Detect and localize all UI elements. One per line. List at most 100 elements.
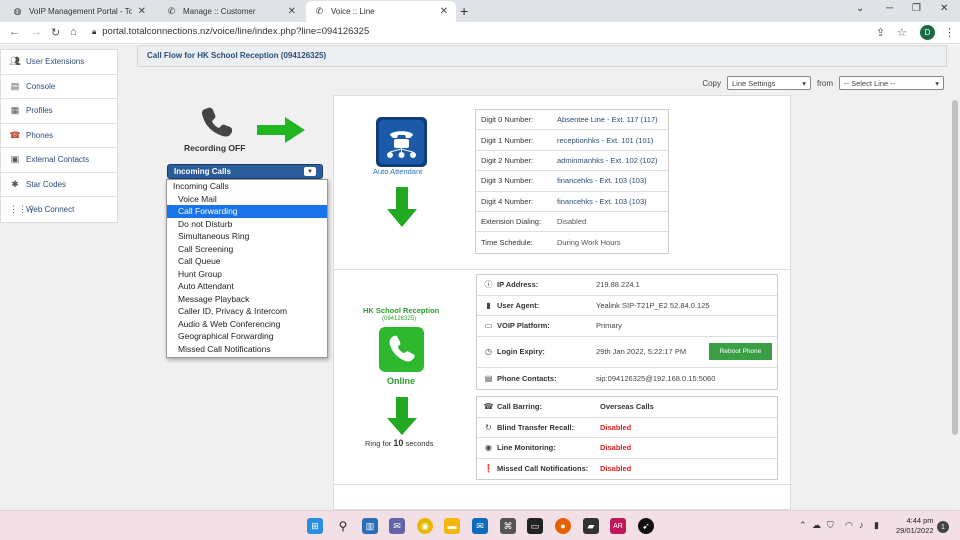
row-value: Disabled	[600, 443, 632, 453]
dropdown-option[interactable]: Call Screening	[167, 243, 327, 256]
sidebar-item-label: External Contacts	[26, 155, 90, 165]
minimize-icon[interactable]: ─	[886, 3, 893, 14]
terminal-icon[interactable]: ▭	[527, 518, 543, 534]
sidebar-item-external-contacts[interactable]: ▣ External Contacts	[1, 148, 117, 173]
dropdown-option[interactable]: Caller ID, Privacy & Intercom	[167, 305, 327, 318]
dropdown-option[interactable]: Audio & Web Conferencing	[167, 318, 327, 331]
sidebar-item-label: User Extensions	[26, 57, 85, 67]
row-label: Time Schedule:	[481, 238, 533, 248]
row-link[interactable]: receptionhks - Ext. 101 (101)	[557, 136, 653, 145]
alert-icon: ❗	[483, 464, 494, 474]
browser-tab-active[interactable]: ✆ Voice :: Line ✕	[306, 1, 456, 22]
close-window-icon[interactable]: ✕	[940, 3, 948, 14]
address-bar: ← → ↻ ⌂ 🔒︎ portal.totalconnections.nz/voi…	[0, 22, 960, 44]
copy-type-select[interactable]: Line Settings ▾	[727, 76, 811, 90]
reload-icon[interactable]: ↻	[51, 26, 60, 39]
incoming-calls-value: Incoming Calls	[174, 167, 231, 176]
device-info-table: ⓘ IP Address: 219.88.224.1 ▮ User Agent: Yea…	[476, 274, 778, 390]
notification-badge[interactable]: 1	[937, 521, 949, 533]
dropdown-option[interactable]: Voice Mail	[167, 193, 327, 206]
file-explorer-icon[interactable]: ▬	[444, 518, 460, 534]
dropdown-option[interactable]: Auto Attendant	[167, 280, 327, 293]
from-line-select[interactable]: -- Select Line -- ▾	[839, 76, 944, 90]
dropdown-option[interactable]: Message Playback	[167, 293, 327, 306]
users-icon: 👥︎	[9, 56, 21, 67]
dropdown-option[interactable]: Geographical Forwarding	[167, 330, 327, 343]
globe-icon: ◍	[13, 6, 22, 16]
clock[interactable]: 4:44 pm 29/01/2022	[896, 516, 934, 536]
battery-icon[interactable]: ▮	[874, 520, 879, 531]
wifi-icon[interactable]: ◠	[845, 520, 853, 531]
phone-icon: ☎	[9, 129, 21, 140]
dropdown-option[interactable]: Hunt Group	[167, 268, 327, 281]
cloud-icon[interactable]: ☁	[812, 520, 821, 531]
close-icon[interactable]: ✕	[288, 6, 296, 17]
dropdown-option[interactable]: Missed Call Notifications	[167, 343, 327, 356]
app-icon[interactable]: ➹	[638, 518, 654, 534]
browser-tab[interactable]: ◍ VoIP Management Portal - Total C ✕	[4, 1, 154, 22]
table-row: ▤ Phone Contacts: sip:094126325@192.168.0.…	[477, 368, 777, 389]
network-icon[interactable]: ⌘	[500, 518, 516, 534]
page-scrollbar[interactable]	[950, 45, 960, 510]
tab-search-icon[interactable]: ⌄	[856, 3, 864, 14]
search-icon[interactable]: ⚲	[335, 518, 351, 534]
row-link[interactable]: Absentee Line - Ext. 117 (117)	[557, 115, 658, 124]
share-icon[interactable]: ⇪	[876, 26, 885, 39]
sidebar-item-star-codes[interactable]: ✱ Star Codes	[1, 173, 117, 197]
table-row: ◉ Line Monitoring: Disabled	[477, 438, 777, 459]
url-field[interactable]: 🔒︎ portal.totalconnections.nz/voice/line/…	[92, 26, 369, 37]
new-tab-icon[interactable]: +	[460, 3, 468, 19]
dropdown-option[interactable]: Incoming Calls	[167, 180, 327, 193]
shield-icon[interactable]: ⛉	[827, 520, 834, 531]
row-value: Overseas Calls	[600, 402, 654, 412]
row-label: Missed Call Notifications:	[497, 464, 589, 474]
sidebar-item-web-connect[interactable]: ⋮⋮⋮ Web Connect	[1, 197, 117, 222]
close-icon[interactable]: ✕	[440, 6, 448, 17]
avatar[interactable]: D	[920, 25, 935, 40]
close-icon[interactable]: ✕	[138, 6, 146, 17]
chat-icon[interactable]: ✉	[389, 518, 405, 534]
sidebar-item-label: Phones	[26, 130, 54, 140]
task-view-icon[interactable]: ▥	[362, 518, 378, 534]
clock-icon: ◷	[485, 347, 492, 356]
row-label: Digit 2 Number:	[481, 155, 534, 165]
row-link[interactable]: financehks - Ext. 103 (103)	[557, 197, 647, 206]
volume-icon[interactable]: ♪	[859, 520, 864, 530]
sidebar-item-profiles[interactable]: ▦ Profiles	[1, 99, 117, 124]
windows-start-icon[interactable]: ⊞	[307, 518, 323, 534]
chrome-icon[interactable]: ◉	[417, 518, 433, 534]
row-label: Blind Transfer Recall:	[497, 422, 575, 432]
menu-icon[interactable]: ⋮	[944, 26, 955, 39]
dropdown-option[interactable]: Do not Disturb	[167, 218, 327, 231]
row-label: VOIP Platform:	[497, 321, 550, 331]
firefox-icon[interactable]: ●	[555, 518, 571, 534]
bookmark-star-icon[interactable]: ☆	[897, 26, 907, 39]
browser-tab[interactable]: ✆ Manage :: Customer ✕	[158, 1, 304, 22]
auto-attendant-icon[interactable]	[376, 117, 427, 167]
mail-icon[interactable]: ✉	[472, 518, 488, 534]
home-icon[interactable]: ⌂	[70, 26, 77, 38]
row-label: Digit 1 Number:	[481, 135, 534, 145]
row-label: Phone Contacts:	[497, 373, 557, 383]
back-icon[interactable]: ←	[9, 26, 20, 38]
sidebar-item-phones[interactable]: ☎ Phones	[1, 124, 117, 148]
row-link[interactable]: financehks - Ext. 103 (103)	[557, 176, 647, 185]
row-link[interactable]: adminmanhks - Ext. 102 (102)	[557, 156, 657, 165]
dropdown-option[interactable]: Call Queue	[167, 255, 327, 268]
sidebar-item-console[interactable]: ▤ Console	[1, 75, 117, 99]
reboot-phone-button[interactable]: Reboot Phone	[709, 343, 772, 360]
eye-icon: ◉	[485, 443, 492, 453]
table-row: ▭ VOIP Platform: Primary	[477, 316, 777, 337]
incoming-calls-select[interactable]: Incoming Calls ▼	[167, 164, 323, 179]
chevron-up-icon[interactable]: ⌃	[799, 520, 807, 531]
ar-app-icon[interactable]: AR	[610, 518, 626, 534]
scrollbar-thumb[interactable]	[952, 100, 958, 435]
dropdown-option[interactable]: Simultaneous Ring	[167, 230, 327, 243]
sticky-notes-icon[interactable]: ▰	[583, 518, 599, 534]
sidebar-item-user-extensions[interactable]: 👥︎ User Extensions	[1, 50, 117, 75]
dropdown-option-highlighted[interactable]: Call Forwarding	[167, 205, 327, 218]
restore-icon[interactable]: ❐	[912, 3, 921, 14]
forward-icon[interactable]: →	[31, 26, 42, 38]
row-value: Disabled	[600, 422, 632, 432]
auto-attendant-label[interactable]: Auto Attendant	[373, 167, 422, 176]
